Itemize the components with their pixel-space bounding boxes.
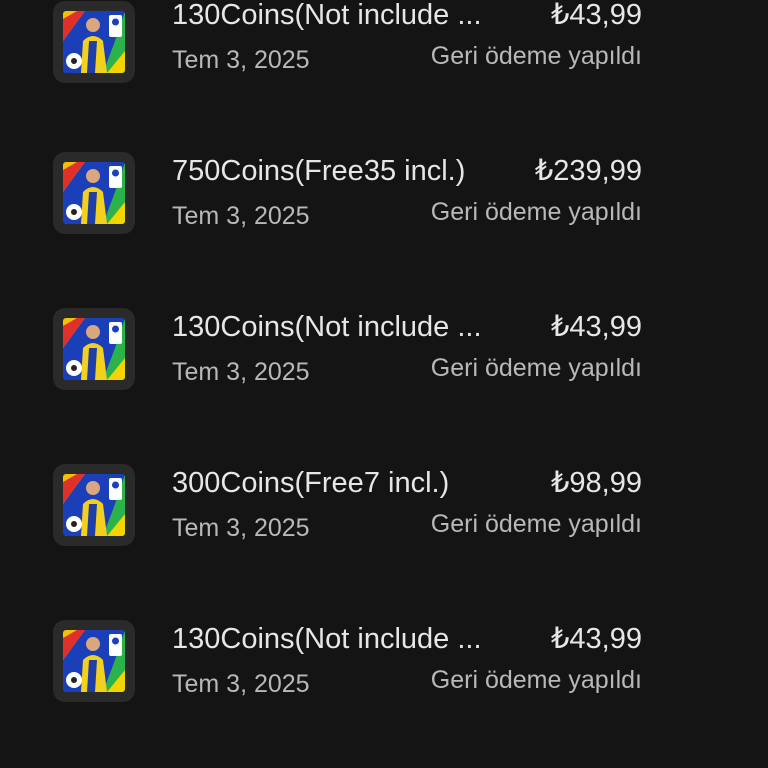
purchase-price: ₺43,99 (550, 0, 642, 31)
purchase-date: Tem 3, 2025 (172, 514, 310, 542)
refund-status: Geri ödeme yapıldı (430, 354, 642, 382)
refund-status: Geri ödeme yapıldı (430, 666, 642, 694)
efootball-app-icon (53, 464, 135, 546)
efootball-app-icon (53, 1, 135, 83)
efootball-app-icon (53, 152, 135, 234)
purchase-row[interactable]: 130Coins(Not include ... ₺43,99 Tem 3, 2… (0, 272, 768, 392)
purchase-row[interactable]: 300Coins(Free7 incl.) ₺98,99 Tem 3, 2025… (0, 428, 768, 548)
purchase-row[interactable]: 750Coins(Free35 incl.) ₺239,99 Tem 3, 20… (0, 116, 768, 236)
refund-status: Geri ödeme yapıldı (430, 510, 642, 538)
purchase-price: ₺43,99 (550, 623, 642, 655)
purchase-title: 130Coins(Not include ... (172, 623, 482, 655)
refund-status: Geri ödeme yapıldı (430, 42, 642, 70)
efootball-artwork-icon (63, 630, 125, 692)
purchase-title: 300Coins(Free7 incl.) (172, 467, 450, 499)
efootball-artwork-icon (63, 162, 125, 224)
efootball-app-icon (53, 308, 135, 390)
purchase-title: 130Coins(Not include ... (172, 0, 482, 31)
refund-status: Geri ödeme yapıldı (430, 198, 642, 226)
efootball-artwork-icon (63, 474, 125, 536)
efootball-artwork-icon (63, 318, 125, 380)
purchase-title: 750Coins(Free35 incl.) (172, 155, 466, 187)
purchase-row[interactable]: 130Coins(Not include ... ₺43,99 Tem 3, 2… (0, 0, 768, 83)
purchase-title: 130Coins(Not include ... (172, 311, 482, 343)
purchase-date: Tem 3, 2025 (172, 670, 310, 698)
purchase-row[interactable]: 130Coins(Not include ... ₺43,99 Tem 3, 2… (0, 584, 768, 704)
efootball-artwork-icon (63, 11, 125, 73)
purchase-date: Tem 3, 2025 (172, 46, 310, 74)
purchase-price: ₺239,99 (534, 155, 642, 187)
purchase-price: ₺98,99 (550, 467, 642, 499)
purchase-history-list: 130Coins(Not include ... ₺43,99 Tem 3, 2… (0, 0, 768, 768)
efootball-app-icon (53, 620, 135, 702)
purchase-price: ₺43,99 (550, 311, 642, 343)
purchase-date: Tem 3, 2025 (172, 358, 310, 386)
purchase-date: Tem 3, 2025 (172, 202, 310, 230)
